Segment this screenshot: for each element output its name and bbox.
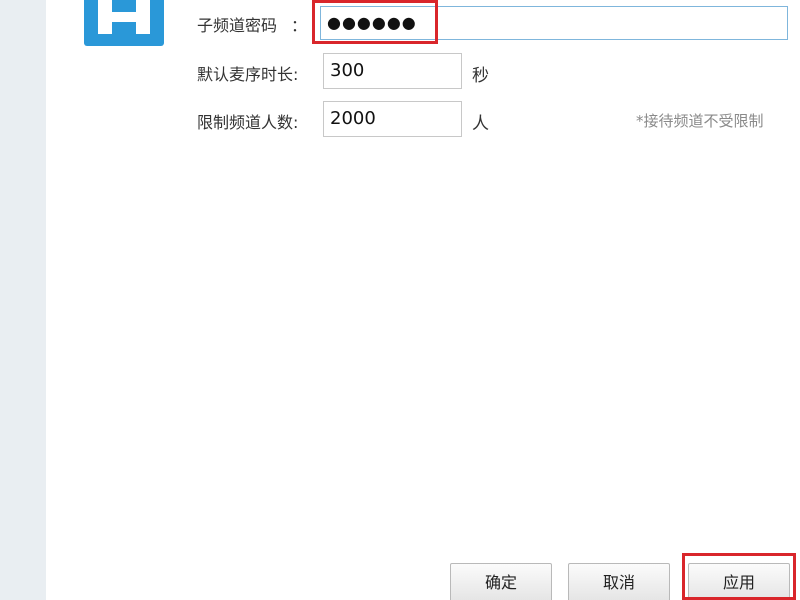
duration-label: 默认麦序时长:	[197, 65, 299, 84]
limit-unit: 人	[472, 114, 489, 134]
duration-input[interactable]: 300	[323, 53, 462, 89]
left-sidebar	[0, 0, 46, 600]
limit-hint: *接待频道不受限制	[636, 112, 764, 130]
cancel-button[interactable]: 取消	[568, 563, 670, 600]
duration-unit: 秒	[472, 66, 489, 86]
confirm-button[interactable]: 确定	[450, 563, 552, 600]
password-label: 子频道密码：	[197, 16, 308, 35]
channel-settings-page: 子频道密码： ●●●●●● 默认麦序时长: 300 秒 限制频道人数: 2000…	[0, 0, 800, 600]
password-input[interactable]: ●●●●●●	[320, 6, 788, 40]
limit-label: 限制频道人数:	[197, 113, 299, 132]
channel-icon	[84, 0, 164, 46]
apply-button[interactable]: 应用	[688, 563, 790, 600]
limit-input[interactable]: 2000	[323, 101, 462, 137]
